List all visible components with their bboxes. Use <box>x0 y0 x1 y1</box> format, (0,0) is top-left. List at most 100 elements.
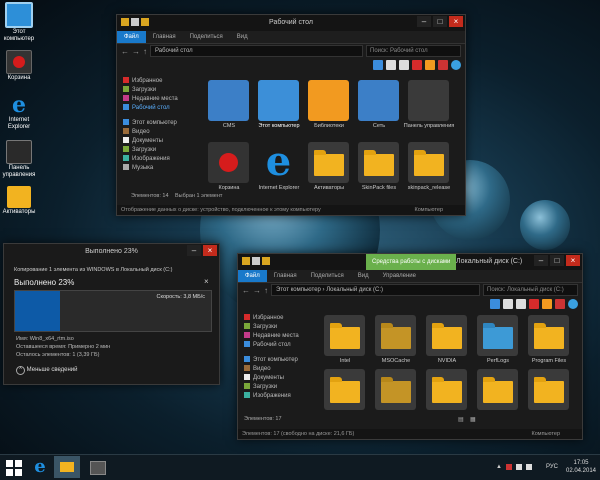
close-button[interactable]: × <box>566 255 580 266</box>
tab-home[interactable]: Главная <box>267 270 304 282</box>
properties-icon[interactable] <box>373 60 383 70</box>
start-button[interactable] <box>6 460 22 476</box>
tab-manage[interactable]: Управление <box>376 270 423 282</box>
minimize-button[interactable]: – <box>417 16 431 27</box>
rename-icon[interactable] <box>555 299 565 309</box>
minimize-button[interactable]: – <box>187 245 201 256</box>
arrow-up-icon[interactable]: ▲ <box>496 464 502 470</box>
context-tab-disk-tools[interactable]: Средства работы с дисками <box>366 254 457 270</box>
address-input[interactable]: Рабочий стол <box>150 45 363 57</box>
properties-icon[interactable] <box>252 257 260 265</box>
copy-progress-dialog: Выполнено 23% – × Копирование 1 элемента… <box>3 243 220 385</box>
progress-chart: Скорость: 3,8 МБ/с <box>14 290 212 332</box>
flag-icon[interactable] <box>505 464 512 470</box>
control-panel-icon <box>6 140 32 164</box>
taskbar-internet-explorer[interactable]: e <box>30 456 50 478</box>
delete-icon[interactable] <box>412 60 422 70</box>
clock[interactable]: 17:05 02.04.2014 <box>565 459 597 475</box>
tab-view[interactable]: Вид <box>230 31 255 43</box>
desktop-icon-control-panel[interactable]: Панель управления <box>2 140 36 179</box>
title-bar[interactable]: Рабочий стол – □ × <box>117 15 465 31</box>
check-icon[interactable] <box>542 299 552 309</box>
maximize-button[interactable]: □ <box>550 255 564 266</box>
tab-home[interactable]: Главная <box>146 31 183 43</box>
up-arrow-icon[interactable]: ↑ <box>143 47 147 56</box>
volume-icon[interactable] <box>525 464 532 470</box>
back-arrow-icon[interactable]: ← <box>121 47 129 56</box>
nav-item-pictures[interactable]: Изображения <box>238 392 308 401</box>
paste-icon[interactable] <box>516 299 526 309</box>
maximize-button[interactable]: □ <box>433 16 447 27</box>
back-arrow-icon[interactable]: ← <box>242 286 250 295</box>
language-indicator[interactable]: РУС <box>546 464 558 470</box>
forward-arrow-icon[interactable]: → <box>132 47 140 56</box>
minimize-button[interactable]: – <box>534 255 548 266</box>
nav-item-recent[interactable]: Недавние места <box>117 95 187 104</box>
title-bar[interactable]: Выполнено 23% – × <box>4 244 219 260</box>
less-details-button[interactable]: ^ Меньше сведений <box>16 366 78 375</box>
desktop-icon-internet-explorer[interactable]: e Internet Explorer <box>2 94 36 131</box>
address-bar-row: ← → ↑ Этот компьютер › Локальный диск (C… <box>238 283 582 297</box>
nav-this-pc[interactable]: Этот компьютер <box>238 356 308 365</box>
monitor-icon <box>5 2 33 28</box>
up-arrow-icon[interactable]: ↑ <box>264 286 268 295</box>
tab-share[interactable]: Поделиться <box>183 31 230 43</box>
progress-fill <box>15 291 61 331</box>
nav-item-videos[interactable]: Видео <box>117 128 187 137</box>
address-input[interactable]: Этот компьютер › Локальный диск (C:) <box>271 284 480 296</box>
nav-item-music[interactable]: Музыка <box>117 164 187 173</box>
taskbar-file-explorer[interactable] <box>54 456 80 478</box>
new-folder-icon[interactable] <box>262 257 270 265</box>
nav-item-desktop[interactable]: Рабочий стол <box>117 104 187 113</box>
nav-this-pc[interactable]: Этот компьютер <box>117 119 187 128</box>
tab-view[interactable]: Вид <box>351 270 376 282</box>
desktop-icon-recycle-bin[interactable]: Корзина <box>2 50 36 82</box>
folder-icon[interactable] <box>242 257 250 265</box>
title-bar[interactable]: Средства работы с дисками Локальный диск… <box>238 254 582 270</box>
nav-favorites[interactable]: Избранное <box>117 77 187 86</box>
taskbar: e ▲ РУС 17:05 02.04.2014 <box>0 454 600 480</box>
desktop-icon-this-pc[interactable]: Этот компьютер <box>2 2 36 43</box>
view-tiles-icon[interactable]: ▦ <box>470 416 476 423</box>
nav-item-downloads-2[interactable]: Загрузки <box>238 383 308 392</box>
nav-item-documents[interactable]: Документы <box>117 137 187 146</box>
nav-item-videos[interactable]: Видео <box>238 365 308 374</box>
desktop-icon-activators[interactable]: Активаторы <box>2 186 36 216</box>
nav-item-recent[interactable]: Недавние места <box>238 332 308 341</box>
search-input[interactable]: Поиск: Локальный диск (C:) <box>483 284 578 296</box>
close-button[interactable]: × <box>449 16 463 27</box>
taskbar-control-panel[interactable] <box>84 456 110 478</box>
window-title: Рабочий стол <box>269 19 313 26</box>
view-details-icon[interactable]: ▤ <box>458 416 464 423</box>
rename-icon[interactable] <box>438 60 448 70</box>
close-button[interactable]: × <box>203 245 217 256</box>
nav-item-downloads[interactable]: Загрузки <box>117 86 187 95</box>
nav-item-downloads[interactable]: Загрузки <box>238 323 308 332</box>
tab-share[interactable]: Поделиться <box>304 270 351 282</box>
globe-icon[interactable] <box>568 299 578 309</box>
paste-icon[interactable] <box>399 60 409 70</box>
folder-icon <box>477 315 518 356</box>
user-icon <box>208 80 249 121</box>
tab-file[interactable]: Файл <box>238 270 267 282</box>
globe-icon[interactable] <box>451 60 461 70</box>
nav-item-documents[interactable]: Документы <box>238 374 308 383</box>
tab-file[interactable]: Файл <box>117 31 146 43</box>
windows-logo-icon <box>6 460 22 476</box>
copy-icon[interactable] <box>503 299 513 309</box>
check-icon[interactable] <box>425 60 435 70</box>
properties-icon[interactable] <box>490 299 500 309</box>
nav-item-pictures[interactable]: Изображения <box>117 155 187 164</box>
forward-arrow-icon[interactable]: → <box>253 286 261 295</box>
nav-item-downloads-2[interactable]: Загрузки <box>117 146 187 155</box>
folder-icon <box>324 315 365 356</box>
folder-icon <box>7 186 31 208</box>
close-dialog-icon[interactable]: × <box>204 277 209 286</box>
copy-icon[interactable] <box>386 60 396 70</box>
delete-icon[interactable] <box>529 299 539 309</box>
nav-item-desktop[interactable]: Рабочий стол <box>238 341 308 350</box>
network-icon[interactable] <box>515 464 522 470</box>
internet-explorer-icon: e <box>34 456 46 477</box>
nav-favorites[interactable]: Избранное <box>238 314 308 323</box>
search-input[interactable]: Поиск: Рабочий стол <box>366 45 461 57</box>
